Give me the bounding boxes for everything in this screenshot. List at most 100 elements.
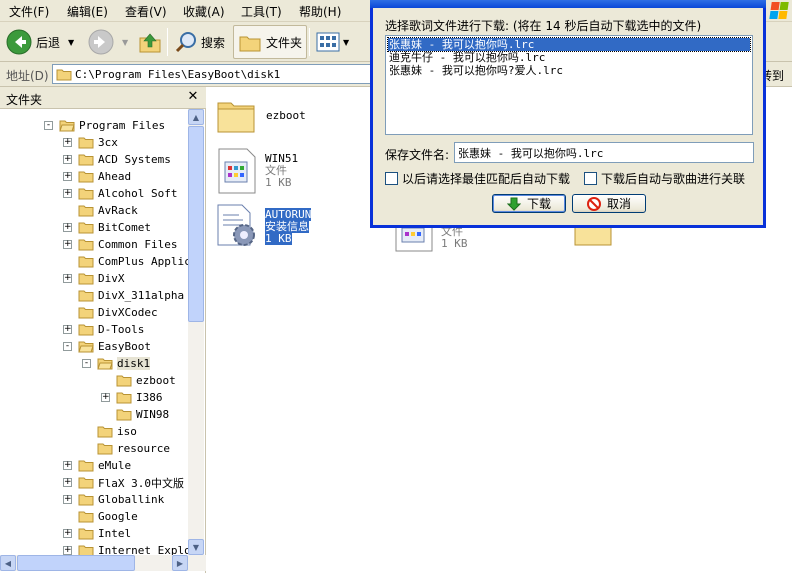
folder-icon: [116, 392, 132, 404]
download-label: 下载: [526, 197, 551, 211]
menu-favorites[interactable]: 收藏(A): [183, 3, 225, 20]
horizontal-scrollbar[interactable]: ◀ ▶: [0, 555, 206, 571]
menu-file[interactable]: 文件(F): [9, 3, 49, 20]
tree-item[interactable]: + Alcohol Soft: [63, 185, 177, 202]
expand-icon[interactable]: +: [63, 325, 72, 334]
tree-item-label: Program Files: [79, 119, 166, 132]
scroll-down-icon[interactable]: ▼: [188, 539, 204, 555]
expand-icon[interactable]: +: [63, 138, 72, 147]
views-button[interactable]: ▼: [316, 25, 349, 59]
scroll-thumb-horizontal[interactable]: [17, 555, 135, 571]
dialog-titlebar[interactable]: [370, 0, 766, 8]
expand-icon[interactable]: +: [63, 172, 72, 181]
lyric-file-item[interactable]: 张惠妹 - 我可以抱你吗?爱人.lrc: [388, 64, 750, 77]
folder-pane-header: 文件夹 ✕: [0, 87, 206, 109]
auto-download-checkbox[interactable]: [385, 172, 398, 185]
file-item-win51[interactable]: [218, 148, 256, 197]
tree-item-label: iso: [117, 425, 137, 438]
scroll-left-icon[interactable]: ◀: [0, 555, 16, 571]
expand-icon[interactable]: +: [63, 546, 72, 555]
folder-icon: [97, 426, 113, 438]
close-icon[interactable]: ✕: [186, 90, 200, 104]
collapse-icon[interactable]: -: [44, 121, 53, 130]
file-item-ezboot[interactable]: [216, 96, 256, 137]
lyrics-file-list[interactable]: 张惠妹 - 我可以抱你吗.lrc 迪克牛仔 - 我可以抱你吗.lrc 张惠妹 - 我…: [385, 35, 753, 135]
tree-item[interactable]: + D-Tools: [63, 321, 144, 338]
expand-icon[interactable]: +: [101, 393, 110, 402]
lyric-file-item[interactable]: 迪克牛仔 - 我可以抱你吗.lrc: [388, 51, 750, 64]
associate-checkbox-row[interactable]: 下载后自动与歌曲进行关联: [584, 170, 745, 187]
scroll-thumb[interactable]: [188, 126, 204, 322]
tree-item[interactable]: + Intel: [63, 525, 131, 542]
tree-item[interactable]: Google: [63, 508, 138, 525]
folder-icon: [78, 460, 94, 472]
expand-icon[interactable]: +: [63, 529, 72, 538]
folders-button[interactable]: 文件夹: [233, 25, 308, 59]
folder-pane-title: 文件夹: [6, 93, 43, 107]
auto-download-checkbox-row[interactable]: 以后请选择最佳匹配后自动下载: [385, 170, 570, 187]
tree-item[interactable]: ezboot: [101, 372, 176, 389]
expand-icon[interactable]: +: [63, 274, 72, 283]
tree-item[interactable]: resource: [82, 440, 170, 457]
lyric-file-item[interactable]: 张惠妹 - 我可以抱你吗.lrc: [387, 37, 751, 52]
forward-button[interactable]: ▼: [88, 25, 128, 59]
tree-item[interactable]: WIN98: [101, 406, 169, 423]
tree-item[interactable]: AvRack: [63, 202, 138, 219]
tree-item[interactable]: - disk1: [82, 355, 151, 372]
tree-item[interactable]: + eMule: [63, 457, 131, 474]
folder-item-hidden[interactable]: [574, 225, 612, 249]
back-button[interactable]: 后退 ▼: [6, 25, 74, 59]
folder-icon: [78, 494, 94, 506]
menu-tools[interactable]: 工具(T): [241, 3, 282, 20]
tree-item[interactable]: - EasyBoot: [63, 338, 151, 355]
collapse-icon[interactable]: -: [82, 359, 91, 368]
save-filename-input[interactable]: [454, 142, 754, 163]
cancel-button[interactable]: 取消: [572, 194, 646, 213]
menu-view[interactable]: 查看(V): [125, 3, 167, 20]
tree-item[interactable]: DivXCodec: [63, 304, 158, 321]
folder-icon: [78, 511, 94, 523]
address-input[interactable]: C:\Program Files\EasyBoot\disk1: [52, 64, 372, 84]
menu-edit[interactable]: 编辑(E): [67, 3, 108, 20]
up-folder-button[interactable]: [138, 25, 162, 59]
tree-item[interactable]: + Common Files: [63, 236, 177, 253]
folder-icon: [78, 307, 94, 319]
tree-item[interactable]: + I386: [101, 389, 163, 406]
expand-icon[interactable]: +: [63, 461, 72, 470]
tree-item[interactable]: + Ahead: [63, 168, 131, 185]
menu-help[interactable]: 帮助(H): [299, 3, 341, 20]
folder-icon: [78, 137, 94, 149]
download-button[interactable]: 下载: [492, 194, 566, 213]
tree-item[interactable]: + FlaX 3.0中文版: [63, 474, 184, 491]
associate-checkbox[interactable]: [584, 172, 597, 185]
scroll-up-icon[interactable]: ▲: [188, 109, 204, 125]
expand-icon[interactable]: +: [63, 155, 72, 164]
tree-item[interactable]: DivX_311alpha: [63, 287, 184, 304]
tree-item[interactable]: ComPlus Applic: [63, 253, 191, 270]
file-item-autorun[interactable]: [214, 203, 260, 252]
forward-dropdown-icon[interactable]: ▼: [122, 38, 128, 47]
tree-item[interactable]: + BitComet: [63, 219, 151, 236]
expand-icon[interactable]: +: [63, 240, 72, 249]
tree-item-label: eMule: [98, 459, 132, 472]
file-item-hidden[interactable]: [395, 225, 433, 255]
scroll-right-icon[interactable]: ▶: [172, 555, 188, 571]
tree-item-label: Common Files: [98, 238, 178, 251]
vertical-scrollbar[interactable]: ▲ ▼: [188, 109, 204, 555]
tree-item[interactable]: iso: [82, 423, 137, 440]
tree-item[interactable]: - Program Files: [44, 117, 165, 134]
tree-item[interactable]: +3cx: [63, 134, 118, 151]
tree-item-label: DivX_311alpha: [98, 289, 185, 302]
expand-icon[interactable]: +: [63, 189, 72, 198]
expand-icon[interactable]: +: [63, 478, 72, 487]
tree-item[interactable]: + DivX: [63, 270, 125, 287]
back-dropdown-icon[interactable]: ▼: [68, 38, 74, 47]
tree-item[interactable]: + ACD Systems: [63, 151, 171, 168]
collapse-icon[interactable]: -: [63, 342, 72, 351]
views-dropdown-icon[interactable]: ▼: [343, 38, 349, 47]
file-label-hidden: 文件 1 KB: [441, 226, 468, 250]
expand-icon[interactable]: +: [63, 495, 72, 504]
tree-item[interactable]: + Globallink: [63, 491, 164, 508]
search-button[interactable]: 搜索: [174, 25, 225, 59]
expand-icon[interactable]: +: [63, 223, 72, 232]
